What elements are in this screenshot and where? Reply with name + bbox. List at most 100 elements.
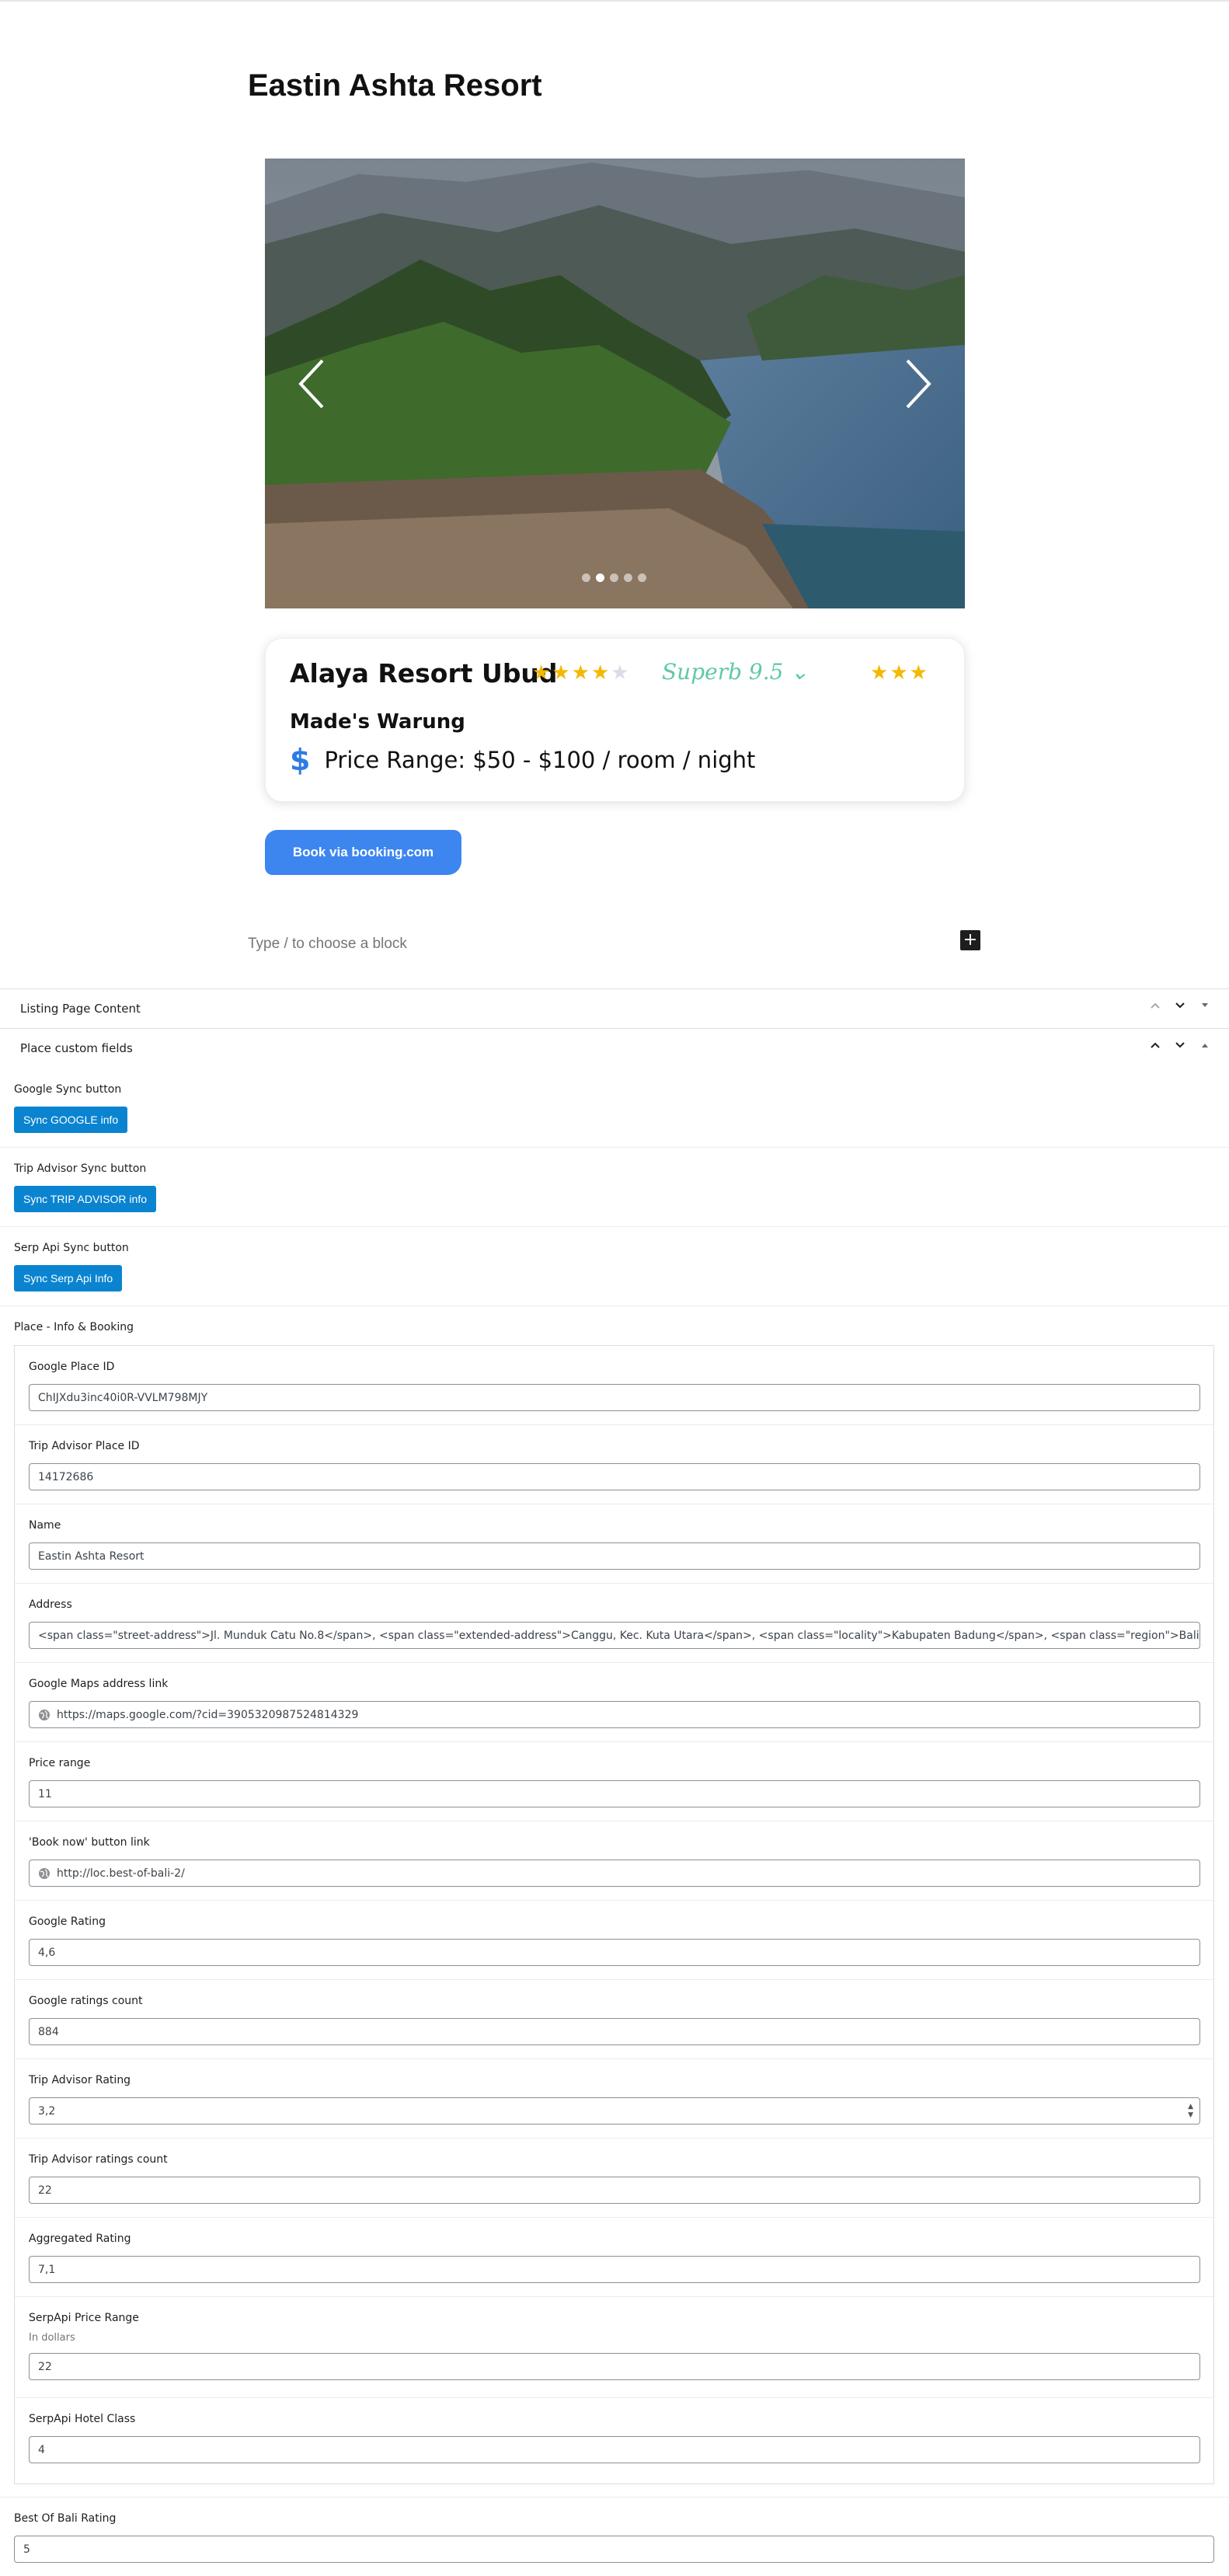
field-divider bbox=[15, 1979, 1213, 1980]
field-input[interactable]: ChIJXdu3inc40i0R-VVLM798MJY bbox=[29, 1384, 1200, 1411]
field-input[interactable]: http://loc.best-of-bali-2/ bbox=[29, 1860, 1200, 1887]
divider bbox=[0, 2497, 1229, 2498]
field-input[interactable]: 14172686 bbox=[29, 1463, 1200, 1490]
field-label: SerpApi Price Range bbox=[29, 2312, 139, 2324]
slider-dot[interactable] bbox=[624, 573, 632, 582]
slider-prev-arrow-icon[interactable] bbox=[288, 353, 335, 415]
sync-serpapi-button[interactable]: Sync Serp Api Info bbox=[14, 1265, 123, 1291]
number-spinner-icon[interactable]: ▲ ▼ bbox=[1188, 2104, 1193, 2119]
best-of-bali-input[interactable]: 5 bbox=[14, 2536, 1214, 2563]
toggle-panel-icon[interactable] bbox=[1198, 1038, 1212, 1052]
field-input[interactable]: 4,6 bbox=[29, 1939, 1200, 1966]
field-label: Google ratings count bbox=[29, 1995, 143, 2007]
slider-dot[interactable] bbox=[596, 573, 604, 582]
field-value: 7,1 bbox=[38, 2263, 56, 2276]
place-info-group bbox=[14, 1345, 1214, 2484]
field-divider bbox=[15, 2217, 1213, 2218]
field-label: Trip Advisor Place ID bbox=[29, 1440, 140, 1452]
field-divider bbox=[15, 1662, 1213, 1663]
field-value: 3,2 bbox=[38, 2104, 56, 2118]
field-value: 11 bbox=[38, 1787, 52, 1800]
field-value: 4,6 bbox=[38, 1946, 56, 1959]
field-value: http://loc.best-of-bali-2/ bbox=[57, 1867, 185, 1880]
sync-google-button[interactable]: Sync GOOGLE info bbox=[14, 1107, 128, 1133]
field-divider bbox=[15, 2296, 1213, 2297]
star-icon: ★ bbox=[532, 661, 551, 685]
field-description: In dollars bbox=[29, 2332, 75, 2344]
divider bbox=[0, 1305, 1229, 1306]
slider-dot[interactable] bbox=[582, 573, 590, 582]
field-value: 14172686 bbox=[38, 1470, 94, 1483]
sync-tripadvisor-button[interactable]: Sync TRIP ADVISOR info bbox=[14, 1186, 156, 1212]
move-down-icon[interactable] bbox=[1173, 1038, 1187, 1052]
field-input[interactable]: https://maps.google.com/?cid=39053209875… bbox=[29, 1701, 1200, 1728]
globe-icon bbox=[39, 1709, 50, 1720]
star-icon: ★ bbox=[552, 661, 570, 685]
move-up-icon[interactable] bbox=[1148, 1038, 1162, 1052]
field-label: 'Book now' button link bbox=[29, 1836, 150, 1849]
field-label: Google Maps address link bbox=[29, 1678, 169, 1690]
field-input[interactable]: 7,1 bbox=[29, 2256, 1200, 2283]
review-badge[interactable]: Superb 9.5 ⌄ bbox=[662, 659, 809, 685]
field-input[interactable]: Eastin Ashta Resort bbox=[29, 1542, 1200, 1570]
field-divider bbox=[15, 1741, 1213, 1742]
divider bbox=[0, 1226, 1229, 1227]
page-title[interactable]: Eastin Ashta Resort bbox=[248, 68, 542, 103]
field-divider bbox=[15, 2397, 1213, 2398]
card-place-name: Alaya Resort Ubud bbox=[290, 658, 558, 688]
panel-title: Listing Page Content bbox=[20, 1002, 141, 1016]
add-block-icon[interactable]: + bbox=[960, 930, 980, 950]
slider-image bbox=[265, 159, 965, 608]
globe-icon bbox=[39, 1867, 50, 1879]
field-divider bbox=[15, 1424, 1213, 1425]
field-value: Eastin Ashta Resort bbox=[38, 1549, 144, 1563]
book-via-booking-button[interactable]: Book via booking.com bbox=[265, 830, 461, 875]
slider-dot[interactable] bbox=[638, 573, 646, 582]
panel-listing-page-content[interactable]: Listing Page Content bbox=[0, 988, 1229, 1028]
field-label: Price range bbox=[29, 1757, 91, 1769]
field-divider bbox=[15, 2138, 1213, 2139]
field-value: <span class="street-address">Jl. Munduk … bbox=[38, 1629, 1200, 1642]
field-input[interactable]: 884 bbox=[29, 2018, 1200, 2045]
dollar-icon: $ bbox=[290, 743, 311, 777]
field-divider bbox=[15, 1583, 1213, 1584]
star-icon: ★ bbox=[590, 661, 610, 685]
field-input[interactable]: 11 bbox=[29, 1780, 1200, 1807]
star-icon: ★ bbox=[571, 661, 590, 685]
star-icon: ★ bbox=[611, 661, 629, 685]
field-input[interactable]: 22 bbox=[29, 2177, 1200, 2204]
best-of-bali-label: Best Of Bali Rating bbox=[14, 2512, 117, 2525]
google-sync-label: Google Sync button bbox=[14, 1083, 122, 1096]
field-input[interactable]: 3,2 ▲ ▼ bbox=[29, 2097, 1200, 2125]
field-input[interactable]: 4 bbox=[29, 2436, 1200, 2463]
card-subtitle: Made's Warung bbox=[290, 710, 465, 734]
panel-place-custom-fields[interactable]: Place custom fields bbox=[0, 1028, 1229, 1068]
slider-dots bbox=[582, 573, 646, 582]
image-slider[interactable] bbox=[265, 159, 965, 608]
price-row: $ Price Range: $50 - $100 / room / night bbox=[290, 745, 755, 775]
panel-title: Place custom fields bbox=[20, 1041, 133, 1055]
field-value: ChIJXdu3inc40i0R-VVLM798MJY bbox=[38, 1391, 208, 1404]
top-border bbox=[0, 0, 1229, 2]
block-inserter-placeholder[interactable]: Type / to choose a block bbox=[248, 936, 407, 953]
field-divider bbox=[15, 2058, 1213, 2059]
slider-next-arrow-icon[interactable] bbox=[895, 353, 942, 415]
price-text: Price Range: $50 - $100 / room / night bbox=[324, 747, 756, 773]
move-up-icon[interactable] bbox=[1148, 999, 1162, 1013]
field-label: Google Place ID bbox=[29, 1361, 115, 1373]
field-input[interactable]: <span class="street-address">Jl. Munduk … bbox=[29, 1622, 1200, 1649]
field-value: 4 bbox=[38, 2443, 45, 2456]
star-icon: ★ bbox=[909, 661, 928, 685]
rating-stars: ★ ★ ★ ★ ★ bbox=[532, 663, 629, 683]
review-badge-text: Superb 9.5 bbox=[662, 659, 784, 685]
move-down-icon[interactable] bbox=[1173, 999, 1187, 1013]
toggle-panel-icon[interactable] bbox=[1198, 999, 1212, 1013]
hotel-class-stars: ★ ★ ★ bbox=[870, 663, 928, 683]
group-title: Place - Info & Booking bbox=[14, 1321, 134, 1333]
tripadvisor-sync-label: Trip Advisor Sync button bbox=[14, 1163, 147, 1175]
field-label: Name bbox=[29, 1519, 61, 1532]
field-label: Aggregated Rating bbox=[29, 2233, 131, 2245]
slider-dot[interactable] bbox=[610, 573, 618, 582]
field-input[interactable]: 22 bbox=[29, 2353, 1200, 2380]
field-value: 22 bbox=[38, 2184, 52, 2197]
